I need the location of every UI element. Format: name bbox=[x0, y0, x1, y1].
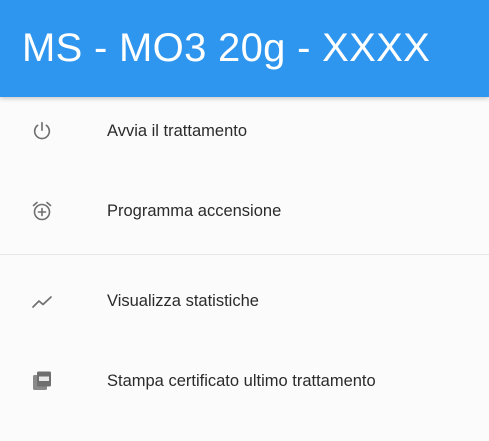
menu-item-label: Visualizza statistiche bbox=[107, 291, 259, 310]
pdf-icon bbox=[30, 369, 54, 393]
menu-item-schedule-power-on[interactable]: Programma accensione bbox=[0, 171, 489, 251]
menu-item-label: Programma accensione bbox=[107, 201, 282, 220]
menu-item-print-certificate[interactable]: Stampa certificato ultimo trattamento bbox=[0, 341, 489, 421]
app-bar-title: MS - MO3 20g - XXXX bbox=[22, 26, 431, 70]
menu-item-label: Avvia il trattamento bbox=[107, 121, 248, 140]
app-bar: MS - MO3 20g - XXXX bbox=[0, 0, 489, 97]
power-icon bbox=[30, 119, 54, 143]
menu-item-label: Stampa certificato ultimo trattamento bbox=[107, 371, 376, 390]
menu-item-start-treatment[interactable]: Avvia il trattamento bbox=[0, 91, 489, 171]
trending-up-icon bbox=[30, 289, 54, 313]
menu-item-view-statistics[interactable]: Visualizza statistiche bbox=[0, 261, 489, 341]
action-menu: Avvia il trattamento Programma accension… bbox=[0, 97, 489, 419]
alarm-add-icon bbox=[30, 199, 54, 223]
menu-divider bbox=[0, 254, 489, 255]
app-window: MS - MO3 20g - XXXX Avvia il trattamento bbox=[0, 0, 489, 441]
